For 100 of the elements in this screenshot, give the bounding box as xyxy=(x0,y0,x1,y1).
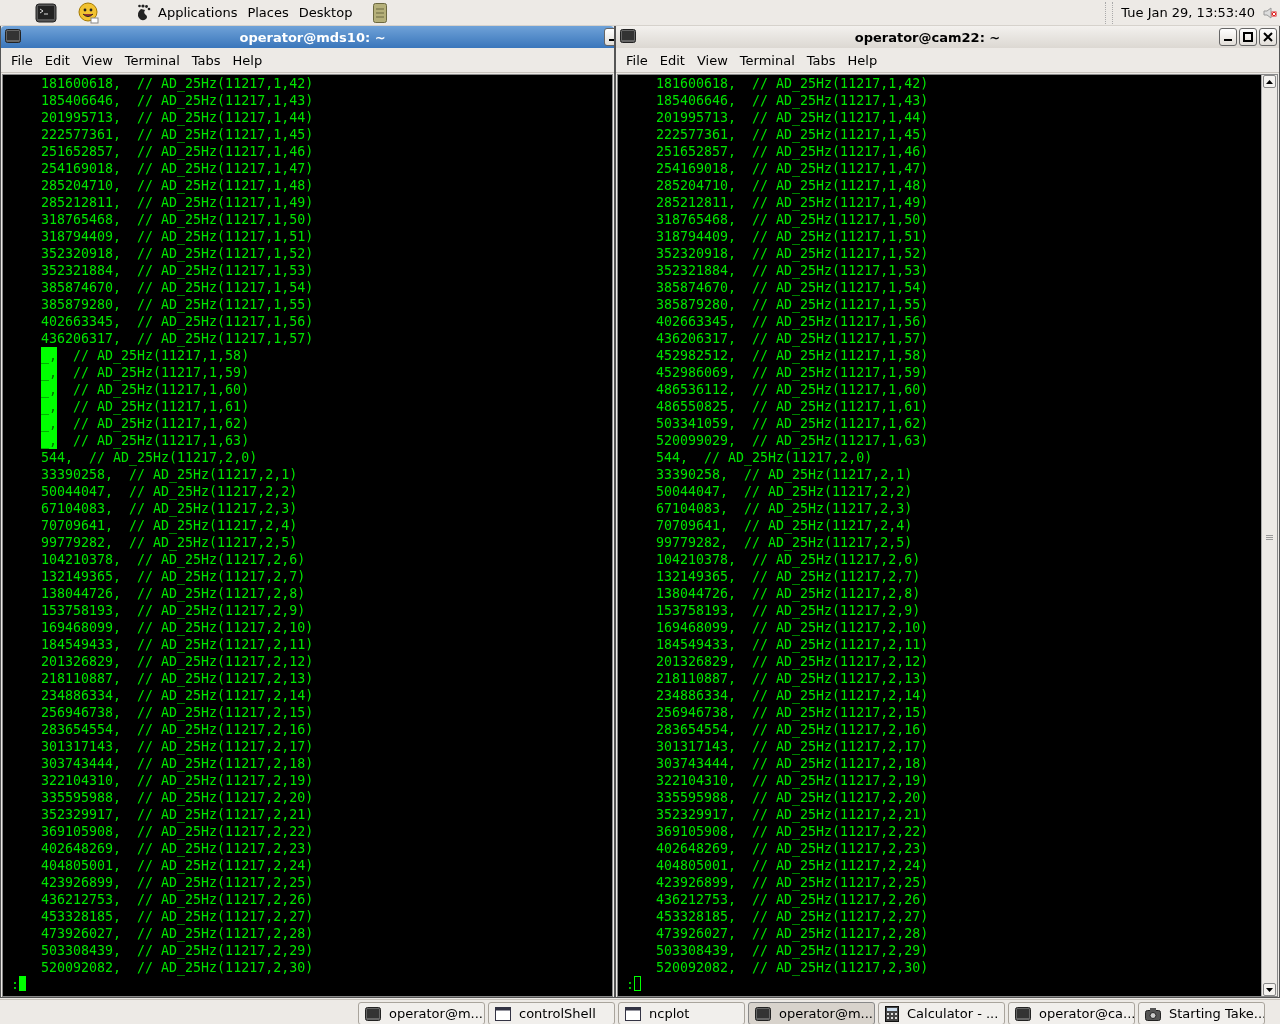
terminal-line: 67104083, // AD_25Hz(11217,2,3) xyxy=(41,500,298,517)
terminal-line: // AD_25Hz(11217,1,58) xyxy=(73,347,250,364)
menu-item[interactable]: File xyxy=(5,52,39,68)
terminal-line: 318794409, // AD_25Hz(11217,1,51) xyxy=(41,228,314,245)
terminal-line: 473926027, // AD_25Hz(11217,2,28) xyxy=(41,925,314,942)
camera-icon xyxy=(1145,1006,1161,1021)
terminal-line: 423926899, // AD_25Hz(11217,2,25) xyxy=(41,874,314,891)
terminal-line: 181600618, // AD_25Hz(11217,1,42) xyxy=(656,75,929,92)
window-icon xyxy=(495,1006,511,1021)
menu-item[interactable]: Terminal xyxy=(733,52,801,68)
terminal-line: 318765468, // AD_25Hz(11217,1,50) xyxy=(41,211,314,228)
terminal-line: 104210378, // AD_25Hz(11217,2,6) xyxy=(656,551,921,568)
smiley-icon[interactable] xyxy=(77,1,99,24)
terminal-line: 335595988, // AD_25Hz(11217,2,20) xyxy=(41,789,314,806)
terminal-icon xyxy=(365,1006,381,1021)
selected-text: _, xyxy=(41,398,57,415)
menu-item[interactable]: Tabs xyxy=(185,52,227,68)
minimize-button[interactable] xyxy=(1219,28,1237,46)
terminal-line: 436212753, // AD_25Hz(11217,2,26) xyxy=(41,891,314,908)
terminal-icon[interactable] xyxy=(620,28,636,46)
volume-muted-icon[interactable] xyxy=(1263,5,1277,20)
terminal-line: 402648269, // AD_25Hz(11217,2,23) xyxy=(41,840,314,857)
terminal-line: 322104310, // AD_25Hz(11217,2,19) xyxy=(656,772,929,789)
menu-item[interactable]: Edit xyxy=(38,52,76,68)
clock[interactable]: Tue Jan 29, 13:53:40 xyxy=(1121,5,1255,20)
taskbar-button[interactable]: Calculator - ... xyxy=(878,1002,1005,1024)
close-button[interactable] xyxy=(1259,28,1277,46)
panel-menu[interactable]: Places xyxy=(242,5,294,20)
window-title: operator@mds10: ~ xyxy=(238,29,387,45)
taskbar-button[interactable]: controlShell xyxy=(488,1002,615,1024)
terminal-launcher-icon[interactable] xyxy=(35,2,57,23)
terminal-line: 402648269, // AD_25Hz(11217,2,23) xyxy=(656,840,929,857)
terminal-screen[interactable] xyxy=(3,75,612,996)
terminal-line: 402663345, // AD_25Hz(11217,1,56) xyxy=(41,313,314,330)
menu-item[interactable]: File xyxy=(620,52,654,68)
terminal-line: 33390258, // AD_25Hz(11217,2,1) xyxy=(41,466,298,483)
terminal-line: // AD_25Hz(11217,1,60) xyxy=(73,381,250,398)
taskbar-button[interactable]: operator@m... xyxy=(748,1002,875,1024)
scroll-up-icon[interactable] xyxy=(1263,75,1276,88)
terminal-line: 318765468, // AD_25Hz(11217,1,50) xyxy=(656,211,929,228)
terminal-line: 436206317, // AD_25Hz(11217,1,57) xyxy=(41,330,314,347)
menu-item[interactable]: Help xyxy=(226,52,269,68)
window-title-bar[interactable]: operator@cam22: ~ xyxy=(616,26,1279,48)
panel-menu[interactable]: Desktop xyxy=(293,5,358,20)
foot-icon[interactable] xyxy=(135,2,151,23)
terminal-line: 544, // AD_25Hz(11217,2,0) xyxy=(41,449,258,466)
scrollbar[interactable] xyxy=(1261,75,1277,996)
terminal-line: 452986069, // AD_25Hz(11217,1,59) xyxy=(656,364,929,381)
selected-text: _, xyxy=(41,432,57,449)
menu-item[interactable]: Help xyxy=(841,52,884,68)
menu-item[interactable]: Terminal xyxy=(118,52,186,68)
terminal-line: 132149365, // AD_25Hz(11217,2,7) xyxy=(656,568,921,585)
selected-text: _, xyxy=(41,347,57,364)
terminal-line: 251652857, // AD_25Hz(11217,1,46) xyxy=(656,143,929,160)
terminal-line: 201995713, // AD_25Hz(11217,1,44) xyxy=(41,109,314,126)
terminal-line: 184549433, // AD_25Hz(11217,2,11) xyxy=(656,636,929,653)
terminal-line: 352329917, // AD_25Hz(11217,2,21) xyxy=(41,806,314,823)
taskbar-button[interactable]: operator@m... xyxy=(358,1002,485,1024)
terminal-line: 503341059, // AD_25Hz(11217,1,62) xyxy=(656,415,929,432)
terminal-line: 285212811, // AD_25Hz(11217,1,49) xyxy=(656,194,929,211)
taskbar-button[interactable]: operator@ca... xyxy=(1008,1002,1135,1024)
terminal-line: 50044047, // AD_25Hz(11217,2,2) xyxy=(656,483,913,500)
maximize-button[interactable] xyxy=(1239,28,1257,46)
terminal-icon xyxy=(755,1006,771,1021)
terminal-line: 452982512, // AD_25Hz(11217,1,58) xyxy=(656,347,929,364)
taskbar-button[interactable]: ncplot xyxy=(618,1002,745,1024)
taskbar-button[interactable]: Starting Take... xyxy=(1138,1002,1265,1024)
terminal-line: 169468099, // AD_25Hz(11217,2,10) xyxy=(656,619,929,636)
terminal-line: 520099029, // AD_25Hz(11217,1,63) xyxy=(656,432,929,449)
terminal-line: 153758193, // AD_25Hz(11217,2,9) xyxy=(656,602,921,619)
terminal-line: 70709641, // AD_25Hz(11217,2,4) xyxy=(41,517,298,534)
scroll-down-icon[interactable] xyxy=(1263,983,1276,996)
terminal-line: 544, // AD_25Hz(11217,2,0) xyxy=(656,449,873,466)
terminal-line: // AD_25Hz(11217,1,61) xyxy=(73,398,250,415)
terminal-line: 404805001, // AD_25Hz(11217,2,24) xyxy=(41,857,314,874)
notes-icon[interactable] xyxy=(373,2,388,23)
panel-menu[interactable]: Applications xyxy=(153,5,243,20)
terminal-line: 352329917, // AD_25Hz(11217,2,21) xyxy=(656,806,929,823)
menu-item[interactable]: View xyxy=(75,52,119,68)
terminal-line: 423926899, // AD_25Hz(11217,2,25) xyxy=(656,874,929,891)
terminal-screen[interactable] xyxy=(618,75,1261,996)
terminal-line: 404805001, // AD_25Hz(11217,2,24) xyxy=(656,857,929,874)
terminal-line: 301317143, // AD_25Hz(11217,2,17) xyxy=(656,738,929,755)
terminal-line: 352321884, // AD_25Hz(11217,1,53) xyxy=(41,262,314,279)
terminal-line: 352320918, // AD_25Hz(11217,1,52) xyxy=(41,245,314,262)
menu-item[interactable]: Tabs xyxy=(800,52,842,68)
terminal-line: 303743444, // AD_25Hz(11217,2,18) xyxy=(41,755,314,772)
menu-item[interactable]: Edit xyxy=(653,52,691,68)
terminal-line: 254169018, // AD_25Hz(11217,1,47) xyxy=(656,160,929,177)
terminal-line: 486550825, // AD_25Hz(11217,1,61) xyxy=(656,398,929,415)
window-title-bar[interactable]: operator@mds10: ~ xyxy=(1,26,614,48)
terminal-line: 385879280, // AD_25Hz(11217,1,55) xyxy=(41,296,314,313)
menu-item[interactable]: View xyxy=(690,52,734,68)
terminal-line: 503308439, // AD_25Hz(11217,2,29) xyxy=(656,942,929,959)
terminal-line: 520092082, // AD_25Hz(11217,2,30) xyxy=(41,959,314,976)
terminal-line: 503308439, // AD_25Hz(11217,2,29) xyxy=(41,942,314,959)
terminal-line: 385879280, // AD_25Hz(11217,1,55) xyxy=(656,296,929,313)
terminal-line: 453328185, // AD_25Hz(11217,2,27) xyxy=(41,908,314,925)
terminal-icon[interactable] xyxy=(5,28,21,46)
terminal-line: 285204710, // AD_25Hz(11217,1,48) xyxy=(41,177,314,194)
